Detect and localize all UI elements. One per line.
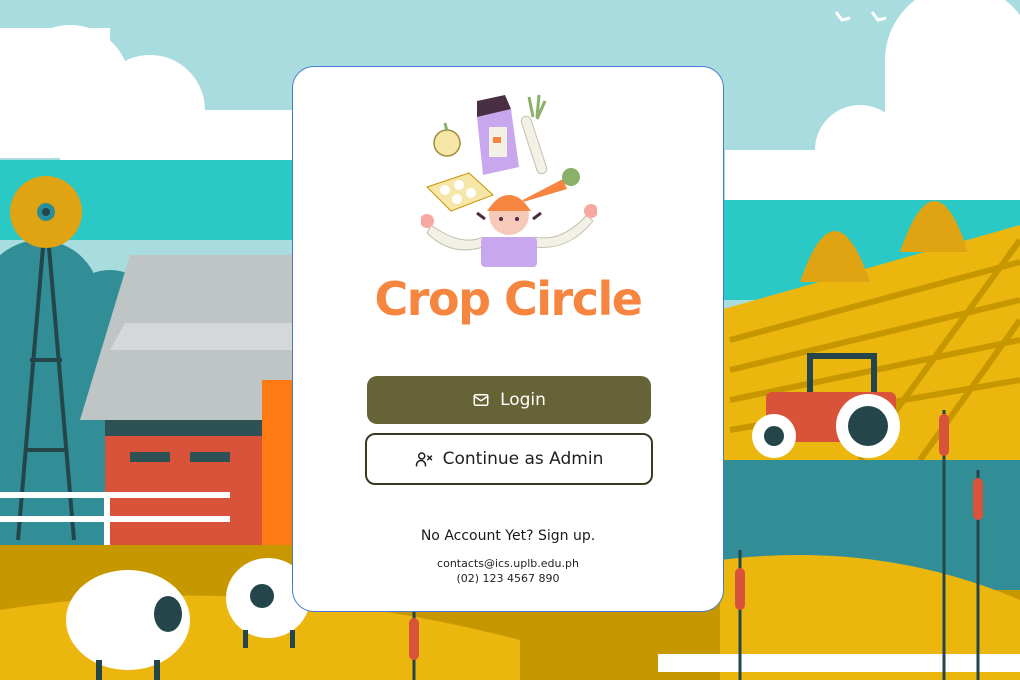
barn-wall [105, 420, 265, 550]
app-title: Crop Circle [374, 272, 643, 326]
carrot-icon [513, 168, 580, 205]
login-button[interactable]: Login [367, 376, 651, 424]
farmer-groceries-illustration [421, 94, 597, 267]
user-x-icon [415, 450, 433, 468]
continue-as-admin-label: Continue as Admin [442, 449, 604, 469]
garlic-icon [433, 122, 461, 157]
login-card: Crop Circle Login Continue as Admin No A… [292, 66, 724, 612]
leek-icon [520, 94, 548, 175]
egg-tray-icon [426, 172, 494, 212]
contact-email: contacts@ics.uplb.edu.ph [437, 557, 579, 570]
continue-as-admin-button[interactable]: Continue as Admin [365, 433, 653, 485]
milk-carton-icon [477, 95, 519, 175]
login-button-label: Login [500, 390, 546, 410]
contact-phone: (02) 123 4567 890 [456, 572, 560, 585]
mail-icon [472, 391, 490, 409]
signup-link[interactable]: No Account Yet? Sign up. [293, 528, 723, 544]
